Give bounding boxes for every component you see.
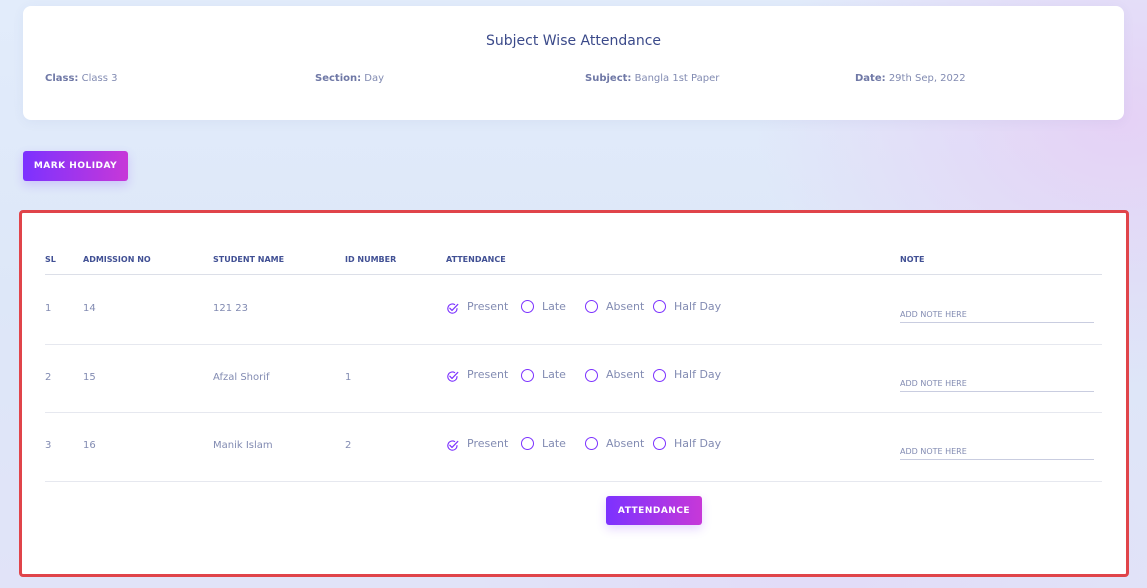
attendance-option-label: Absent xyxy=(606,436,645,450)
column-header-note: NOTE xyxy=(900,255,925,264)
cell-sl: 2 xyxy=(45,371,52,383)
date-info: Date: 29th Sep, 2022 xyxy=(855,73,966,84)
check-circle-icon xyxy=(446,300,459,314)
attendance-submit-button[interactable]: ATTENDANCE xyxy=(606,496,702,525)
column-header-sl: SL xyxy=(45,255,56,264)
attendance-option-late[interactable]: Late xyxy=(521,299,566,313)
column-header-student-name: STUDENT NAME xyxy=(213,255,285,264)
note-field xyxy=(900,371,1094,392)
radio-circle-icon xyxy=(585,368,598,382)
radio-circle-icon xyxy=(653,437,666,451)
row-divider xyxy=(45,343,1102,345)
attendance-option-label: Half Day xyxy=(674,368,722,382)
attendance-option-label: Present xyxy=(467,436,509,450)
radio-circle-icon xyxy=(585,437,598,451)
note-field xyxy=(900,439,1094,461)
attendance-option-label: Present xyxy=(467,368,509,382)
subject-info: Subject: Bangla 1st Paper xyxy=(585,73,719,84)
cell-id-number: 2 xyxy=(345,440,352,452)
attendance-option-late[interactable]: Late xyxy=(521,368,566,382)
note-input[interactable] xyxy=(900,447,1094,457)
attendance-option-label: Absent xyxy=(606,368,645,382)
attendance-option-label: Half Day xyxy=(674,436,722,450)
attendance-option-present[interactable]: Present xyxy=(446,299,509,314)
attendance-option-label: Half Day xyxy=(674,299,722,313)
page-title: Subject Wise Attendance xyxy=(485,33,661,49)
cell-student-name: Afzal Shorif xyxy=(213,371,270,383)
cell-student-name: Manik Islam xyxy=(213,440,273,452)
attendance-table-card: SL ADMISSION NO STUDENT NAME ID NUMBER A… xyxy=(19,210,1129,577)
attendance-option-half-day[interactable]: Half Day xyxy=(653,299,721,313)
column-header-admission-no: ADMISSION NO xyxy=(83,255,151,264)
radio-circle-icon xyxy=(653,368,666,382)
section-value: Day xyxy=(364,73,385,84)
attendance-option-label: Absent xyxy=(606,299,645,313)
class-label: Class: xyxy=(45,73,79,84)
cell-admission-no: 15 xyxy=(83,371,96,383)
attendance-option-label: Present xyxy=(467,299,509,313)
attendance-option-absent[interactable]: Absent xyxy=(585,368,644,382)
mark-holiday-button[interactable]: MARK HOLIDAY xyxy=(23,151,128,181)
cell-admission-no: 14 xyxy=(83,303,96,314)
cell-admission-no: 16 xyxy=(83,440,96,452)
radio-circle-icon xyxy=(653,300,666,313)
radio-circle-icon xyxy=(521,437,534,451)
column-header-attendance: ATTENDANCE xyxy=(446,255,506,264)
attendance-option-half-day[interactable]: Half Day xyxy=(653,436,722,451)
subject-label: Subject: xyxy=(585,73,632,84)
check-circle-icon xyxy=(446,437,459,451)
row-divider xyxy=(45,481,1102,483)
date-label: Date: xyxy=(855,73,886,84)
subject-value: Bangla 1st Paper xyxy=(634,73,720,84)
cell-sl: 3 xyxy=(45,440,52,452)
attendance-option-late[interactable]: Late xyxy=(521,436,566,451)
cell-id-number: 1 xyxy=(345,371,352,383)
radio-circle-icon xyxy=(521,368,534,382)
header-divider xyxy=(45,274,1102,275)
radio-circle-icon xyxy=(585,300,598,313)
row-divider xyxy=(45,412,1102,414)
section-label: Section: xyxy=(315,73,362,84)
note-field xyxy=(900,302,1094,323)
attendance-option-absent[interactable]: Absent xyxy=(585,436,645,451)
cell-sl: 1 xyxy=(45,303,52,314)
attendance-option-present[interactable]: Present xyxy=(446,436,509,451)
attendance-option-present[interactable]: Present xyxy=(446,368,508,382)
attendance-option-absent[interactable]: Absent xyxy=(585,299,644,313)
date-value: 29th Sep, 2022 xyxy=(888,73,966,84)
attendance-info-card: Subject Wise Attendance Class: Class 3 S… xyxy=(23,6,1124,120)
attendance-option-label: Late xyxy=(542,436,566,450)
attendance-option-half-day[interactable]: Half Day xyxy=(653,368,721,382)
section-info: Section: Day xyxy=(315,73,384,84)
cell-student-name: 121 23 xyxy=(213,303,248,314)
radio-circle-icon xyxy=(521,300,534,313)
class-info: Class: Class 3 xyxy=(45,73,117,84)
class-value: Class 3 xyxy=(81,73,118,84)
note-input[interactable] xyxy=(900,378,1094,388)
note-input[interactable] xyxy=(900,310,1094,319)
check-circle-icon xyxy=(446,368,459,382)
column-header-id-number: ID NUMBER xyxy=(345,255,397,264)
attendance-option-label: Late xyxy=(542,368,566,382)
attendance-option-label: Late xyxy=(542,299,566,313)
